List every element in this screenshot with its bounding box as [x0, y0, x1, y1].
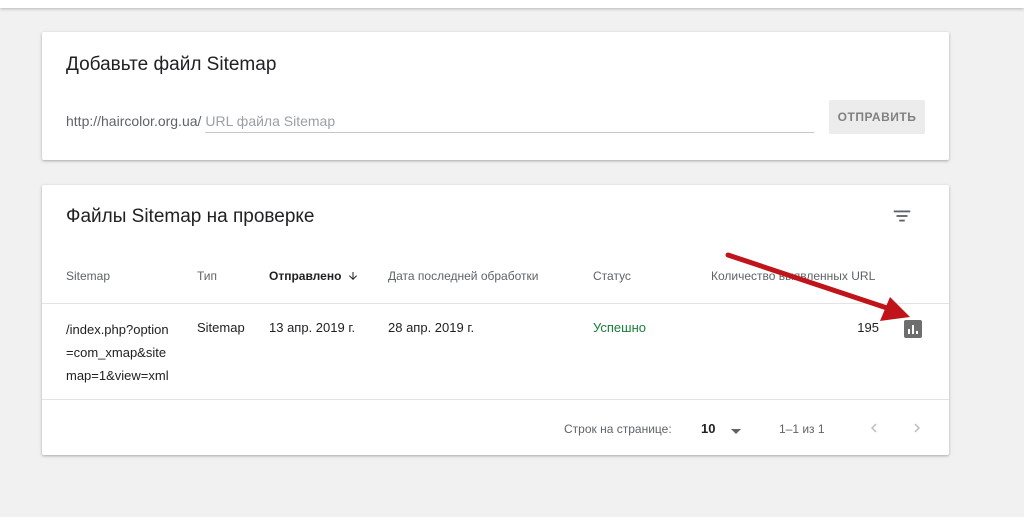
sitemap-url-input[interactable]: [205, 109, 814, 133]
submit-button[interactable]: ОТПРАВИТЬ: [829, 100, 925, 134]
cell-submitted: 13 апр. 2019 г.: [269, 320, 356, 335]
rows-per-page-label: Строк на странице:: [564, 422, 672, 436]
cell-sitemap-path: /index.php?option=com_xmap&sitemap=1&vie…: [66, 322, 169, 383]
submitted-sitemaps-title: Файлы Sitemap на проверке: [66, 206, 315, 227]
cell-last-read: 28 апр. 2019 г.: [388, 320, 475, 335]
header-divider: [42, 303, 949, 304]
submitted-sitemaps-card: Файлы Sitemap на проверке Sitemap Тип От…: [42, 185, 949, 455]
column-header-type[interactable]: Тип: [197, 269, 217, 283]
status-badge: Успешно: [593, 320, 646, 335]
cell-discovered-count: 195: [857, 320, 879, 335]
pagination-range: 1–1 из 1: [779, 422, 825, 436]
chevron-right-icon[interactable]: [908, 419, 926, 437]
rows-per-page-value: 10: [701, 421, 716, 436]
add-sitemap-title: Добавьте файл Sitemap: [66, 54, 277, 75]
column-header-status[interactable]: Статус: [593, 269, 631, 283]
column-header-submitted-label: Отправлено: [269, 269, 342, 283]
filter-list-icon[interactable]: [891, 205, 913, 227]
column-header-sitemap[interactable]: Sitemap: [66, 269, 110, 283]
chevron-left-icon[interactable]: [865, 419, 883, 437]
caret-down-icon[interactable]: [731, 429, 741, 434]
column-header-discovered-urls[interactable]: Количество выявленных URL: [711, 269, 875, 283]
top-app-bar-edge: [0, 0, 1024, 8]
sitemap-url-row: http://haircolor.org.ua/: [66, 109, 814, 133]
add-sitemap-card: Добавьте файл Sitemap http://haircolor.o…: [42, 32, 949, 160]
column-header-last-read[interactable]: Дата последней обработки: [388, 269, 538, 283]
site-url-prefix: http://haircolor.org.ua/: [66, 113, 202, 129]
arrow-down-icon: [349, 272, 358, 280]
bar-chart-icon[interactable]: [904, 320, 922, 338]
row-divider: [42, 399, 949, 400]
column-header-submitted[interactable]: Отправлено: [269, 269, 359, 283]
cell-type: Sitemap: [197, 320, 245, 335]
rows-per-page-select[interactable]: 10: [701, 421, 715, 436]
